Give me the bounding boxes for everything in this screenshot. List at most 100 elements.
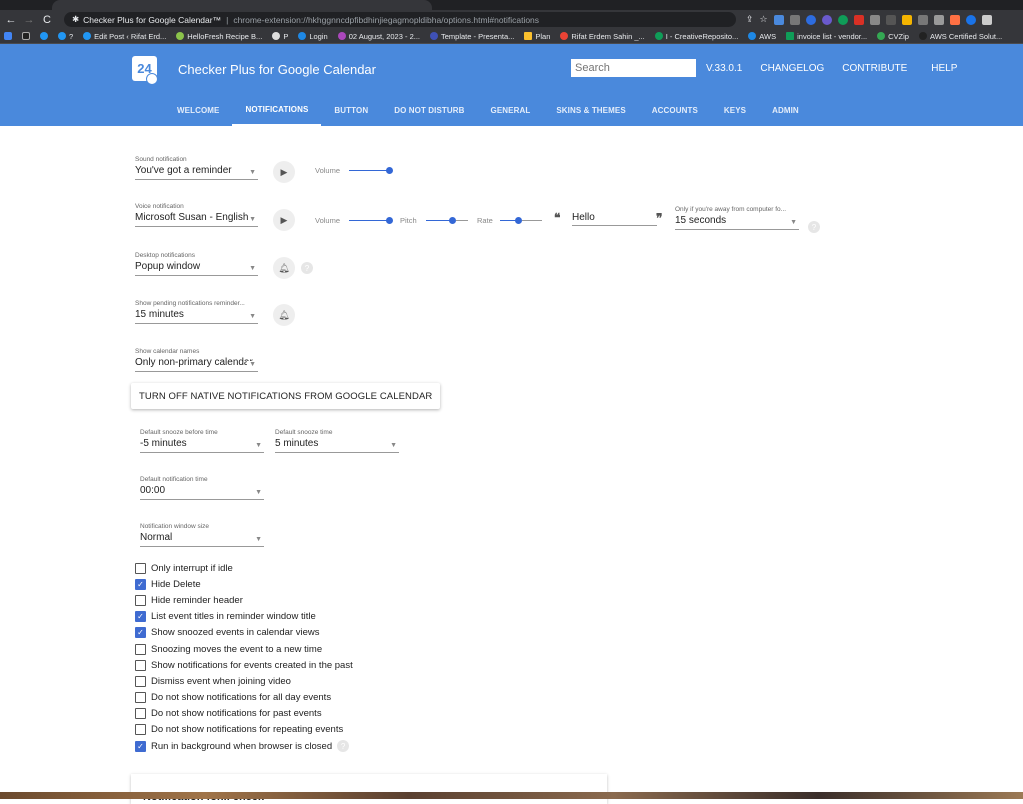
- bookmark-item[interactable]: invoice list - vendor...: [786, 32, 867, 41]
- ext-icon[interactable]: [933, 14, 944, 25]
- star-icon[interactable]: ☆: [760, 14, 768, 25]
- ext-icon[interactable]: [789, 14, 800, 25]
- checkbox-unchecked-icon[interactable]: [135, 659, 146, 671]
- checkbox-row[interactable]: ✓ Hide Delete: [135, 576, 353, 592]
- checkbox-unchecked-icon[interactable]: [135, 708, 146, 720]
- calendar-names-select[interactable]: Only non-primary calendar ▼: [135, 355, 258, 372]
- bookmark-item[interactable]: AWS Certified Solut...: [918, 32, 1002, 41]
- tab-keys[interactable]: KEYS: [711, 94, 759, 126]
- ext-icon[interactable]: [949, 14, 960, 25]
- bookmark-item[interactable]: CVZip: [877, 32, 909, 41]
- tab-general[interactable]: GENERAL: [478, 94, 544, 126]
- changelog-link[interactable]: CHANGELOG: [760, 63, 824, 74]
- browser-tab[interactable]: [52, 0, 432, 10]
- contribute-link[interactable]: CONTRIBUTE: [842, 63, 907, 74]
- help-icon[interactable]: ?: [301, 262, 313, 274]
- checkbox-row[interactable]: Snoozing moves the event to a new time: [135, 641, 353, 657]
- voice-test-input[interactable]: Hello: [572, 212, 657, 226]
- ext-icon[interactable]: [821, 14, 832, 25]
- checkbox-row[interactable]: ✓ Show snoozed events in calendar views: [135, 625, 353, 641]
- search-input[interactable]: [571, 59, 696, 77]
- snooze-before-select[interactable]: -5 minutes ▼: [140, 436, 264, 453]
- ext-icon[interactable]: [853, 14, 864, 25]
- checkbox-row[interactable]: ✓ List event titles in reminder window ti…: [135, 609, 353, 625]
- checkbox-row[interactable]: Do not show notifications for past event…: [135, 706, 353, 722]
- window-size-select[interactable]: Normal ▼: [140, 530, 264, 547]
- bookmark-item[interactable]: AWS: [748, 32, 776, 41]
- sound-notification-select[interactable]: You've got a reminder ▼: [135, 163, 258, 180]
- away-select[interactable]: 15 seconds ▼: [675, 213, 799, 230]
- notification-time-select[interactable]: 00:00 ▼: [140, 483, 264, 500]
- ext-icon[interactable]: [901, 14, 912, 25]
- checkbox-row[interactable]: ✓ Run in background when browser is close…: [135, 738, 353, 754]
- test-notification-button[interactable]: 🔔︎: [273, 257, 295, 279]
- puzzle-icon[interactable]: [981, 14, 992, 25]
- tab-accounts[interactable]: ACCOUNTS: [639, 94, 711, 126]
- reload-icon[interactable]: C: [40, 13, 54, 27]
- sound-volume-handle[interactable]: [386, 167, 393, 174]
- bookmark-item[interactable]: Rifat Erdem Sahin _...: [560, 32, 645, 41]
- checkbox-checked-icon[interactable]: ✓: [135, 740, 146, 752]
- ext-icon[interactable]: [965, 14, 976, 25]
- play-voice-button[interactable]: ▶: [273, 209, 295, 231]
- checkbox-checked-icon[interactable]: ✓: [135, 578, 146, 590]
- checkbox-checked-icon[interactable]: ✓: [135, 611, 146, 623]
- tab-do-not-disturb[interactable]: DO NOT DISTURB: [381, 94, 477, 126]
- tab-admin[interactable]: ADMIN: [759, 94, 812, 126]
- tab-welcome[interactable]: WELCOME: [164, 94, 232, 126]
- bookmark-item[interactable]: Edit Post ‹ Rifat Erd...: [83, 32, 166, 41]
- forward-icon[interactable]: →: [22, 13, 36, 27]
- help-link[interactable]: HELP: [931, 63, 957, 74]
- bookmark-item[interactable]: I - CreativeReposito...: [654, 32, 738, 41]
- voice-volume-slider[interactable]: [349, 220, 391, 221]
- ext-icon[interactable]: [917, 14, 928, 25]
- address-bar[interactable]: ✱ Checker Plus for Google Calendar™ | ch…: [64, 12, 736, 27]
- checkbox-unchecked-icon[interactable]: [135, 675, 146, 687]
- help-icon[interactable]: ?: [337, 740, 350, 753]
- help-icon[interactable]: ?: [808, 221, 820, 233]
- checkbox-row[interactable]: Do not show notifications for all day ev…: [135, 690, 353, 706]
- play-icon: ▶: [280, 166, 288, 177]
- checkbox-row[interactable]: Do not show notifications for repeating …: [135, 722, 353, 738]
- checkbox-unchecked-icon[interactable]: [135, 594, 146, 606]
- bookmark-item[interactable]: P: [272, 32, 288, 41]
- back-icon[interactable]: ←: [4, 13, 18, 27]
- play-sound-button[interactable]: ▶: [273, 161, 295, 183]
- checkbox-row[interactable]: Show notifications for events created in…: [135, 657, 353, 673]
- bookmark-item[interactable]: HelloFresh Recipe B...: [176, 32, 262, 41]
- pitch-handle[interactable]: [449, 217, 456, 224]
- voice-volume-handle[interactable]: [386, 217, 393, 224]
- desktop-notifications-select[interactable]: Popup window ▼: [135, 259, 258, 276]
- tab-button[interactable]: BUTTON: [321, 94, 381, 126]
- share-icon[interactable]: ⇪: [746, 14, 754, 25]
- ext-icon[interactable]: [837, 14, 848, 25]
- tab-skins-themes[interactable]: SKINS & THEMES: [543, 94, 638, 126]
- checkbox-checked-icon[interactable]: ✓: [135, 627, 146, 639]
- bookmark-icon: [22, 32, 30, 40]
- sound-volume-slider[interactable]: [349, 170, 391, 171]
- calendar-ext-icon[interactable]: [773, 14, 784, 25]
- ext-icon[interactable]: [805, 14, 816, 25]
- turn-off-native-notifications-button[interactable]: TURN OFF NATIVE NOTIFICATIONS FROM GOOGL…: [131, 383, 441, 409]
- pending-reminder-select[interactable]: 15 minutes ▼: [135, 307, 258, 324]
- checkbox-unchecked-icon[interactable]: [135, 643, 146, 655]
- tab-notifications[interactable]: NOTIFICATIONS: [232, 94, 322, 126]
- checkbox-unchecked-icon[interactable]: [135, 692, 146, 704]
- ext-icon[interactable]: [869, 14, 880, 25]
- bookmark-item[interactable]: 02 August, 2023 - 2...: [337, 32, 420, 41]
- version-label[interactable]: V.33.0.1: [706, 63, 742, 74]
- test-pending-reminder-button[interactable]: 🔔︎: [273, 304, 295, 326]
- bookmark-item[interactable]: Plan: [524, 32, 550, 41]
- ext-icon[interactable]: [885, 14, 896, 25]
- bookmark-item[interactable]: Template - Presenta...: [430, 32, 514, 41]
- checkbox-unchecked-icon[interactable]: [135, 724, 146, 736]
- voice-notification-select[interactable]: Microsoft Susan - English ▼: [135, 210, 258, 227]
- rate-handle[interactable]: [515, 217, 522, 224]
- checkbox-row[interactable]: Hide reminder header: [135, 592, 353, 608]
- checkbox-unchecked-icon[interactable]: [135, 562, 146, 574]
- bookmark-item[interactable]: Login: [298, 32, 328, 41]
- checkbox-row[interactable]: Only interrupt if idle: [135, 560, 353, 576]
- checkbox-row[interactable]: Dismiss event when joining video: [135, 673, 353, 689]
- bookmark-item[interactable]: ?: [58, 32, 73, 41]
- snooze-time-select[interactable]: 5 minutes ▼: [275, 436, 399, 453]
